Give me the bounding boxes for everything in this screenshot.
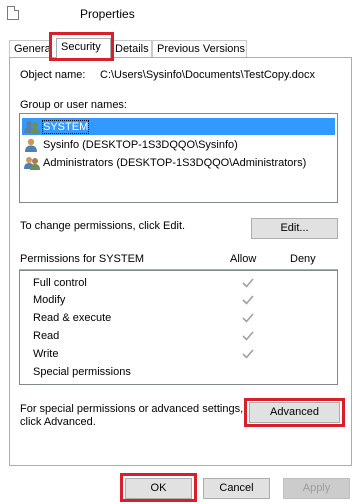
- object-name-label: Object name:: [20, 69, 86, 81]
- permission-name: Full control: [33, 277, 87, 289]
- permission-row-read: Read: [33, 328, 323, 346]
- permission-row-full-control: Full control: [33, 275, 323, 293]
- user-group-icon: [24, 120, 40, 134]
- document-icon: [7, 6, 19, 20]
- ok-button[interactable]: OK: [125, 478, 192, 499]
- group-user-list[interactable]: SYSTEM Sysinfo (DESKTOP-1S3DQQO\Sysinfo)…: [19, 113, 338, 203]
- apply-button[interactable]: Apply: [283, 478, 350, 499]
- permission-row-write: Write: [33, 346, 323, 364]
- permissions-list: Full control Modify Read & execute Read …: [19, 270, 338, 385]
- permissions-title: Permissions for SYSTEM: [20, 253, 145, 265]
- group-names-label: Group or user names:: [20, 99, 127, 111]
- tab-previous-versions[interactable]: Previous Versions: [152, 40, 247, 58]
- allow-check-icon: [242, 331, 254, 341]
- edit-button[interactable]: Edit...: [251, 218, 338, 239]
- permission-row-special: Special permissions: [33, 364, 323, 382]
- advanced-note-line2: click Advanced.: [20, 416, 96, 428]
- allow-check-icon: [242, 278, 254, 288]
- allow-column-label: Allow: [230, 253, 257, 265]
- list-item-label: SYSTEM: [41, 119, 90, 134]
- user-icon: [24, 138, 40, 152]
- permission-name: Read & execute: [33, 312, 112, 324]
- advanced-button[interactable]: Advanced: [249, 402, 340, 423]
- tab-strip: General Security Details Previous Versio…: [0, 38, 361, 59]
- title-bar[interactable]: Properties: [0, 0, 361, 30]
- permission-row-read-execute: Read & execute: [33, 310, 323, 328]
- permission-name: Read: [33, 330, 60, 342]
- object-name-value: C:\Users\Sysinfo\Documents\TestCopy.docx: [100, 69, 315, 81]
- permission-row-modify: Modify: [33, 292, 323, 310]
- allow-check-icon: [242, 313, 254, 323]
- list-item-label: Administrators (DESKTOP-1S3DQQO\Administ…: [43, 156, 307, 169]
- cancel-button[interactable]: Cancel: [203, 478, 270, 499]
- advanced-note-line1: For special permissions or advanced sett…: [20, 403, 244, 415]
- permission-name: Write: [33, 348, 59, 360]
- user-group-icon: [24, 156, 40, 170]
- window-title: Properties: [80, 7, 135, 21]
- list-item-sysinfo[interactable]: Sysinfo (DESKTOP-1S3DQQO\Sysinfo): [22, 136, 335, 153]
- change-permissions-note: To change permissions, click Edit.: [20, 220, 186, 232]
- allow-check-icon: [242, 295, 254, 305]
- list-item-label: Sysinfo (DESKTOP-1S3DQQO\Sysinfo): [43, 138, 238, 151]
- tab-details[interactable]: Details: [110, 40, 152, 58]
- list-item-administrators[interactable]: Administrators (DESKTOP-1S3DQQO\Administ…: [22, 154, 335, 171]
- permission-name: Special permissions: [33, 366, 131, 378]
- list-item-system[interactable]: SYSTEM: [22, 118, 335, 135]
- tab-general[interactable]: General: [9, 40, 51, 58]
- permission-name: Modify: [33, 294, 66, 306]
- permissions-header: Permissions for SYSTEM Allow Deny: [19, 250, 338, 270]
- tab-security[interactable]: Security: [56, 38, 111, 59]
- allow-check-icon: [242, 349, 254, 359]
- deny-column-label: Deny: [290, 253, 316, 265]
